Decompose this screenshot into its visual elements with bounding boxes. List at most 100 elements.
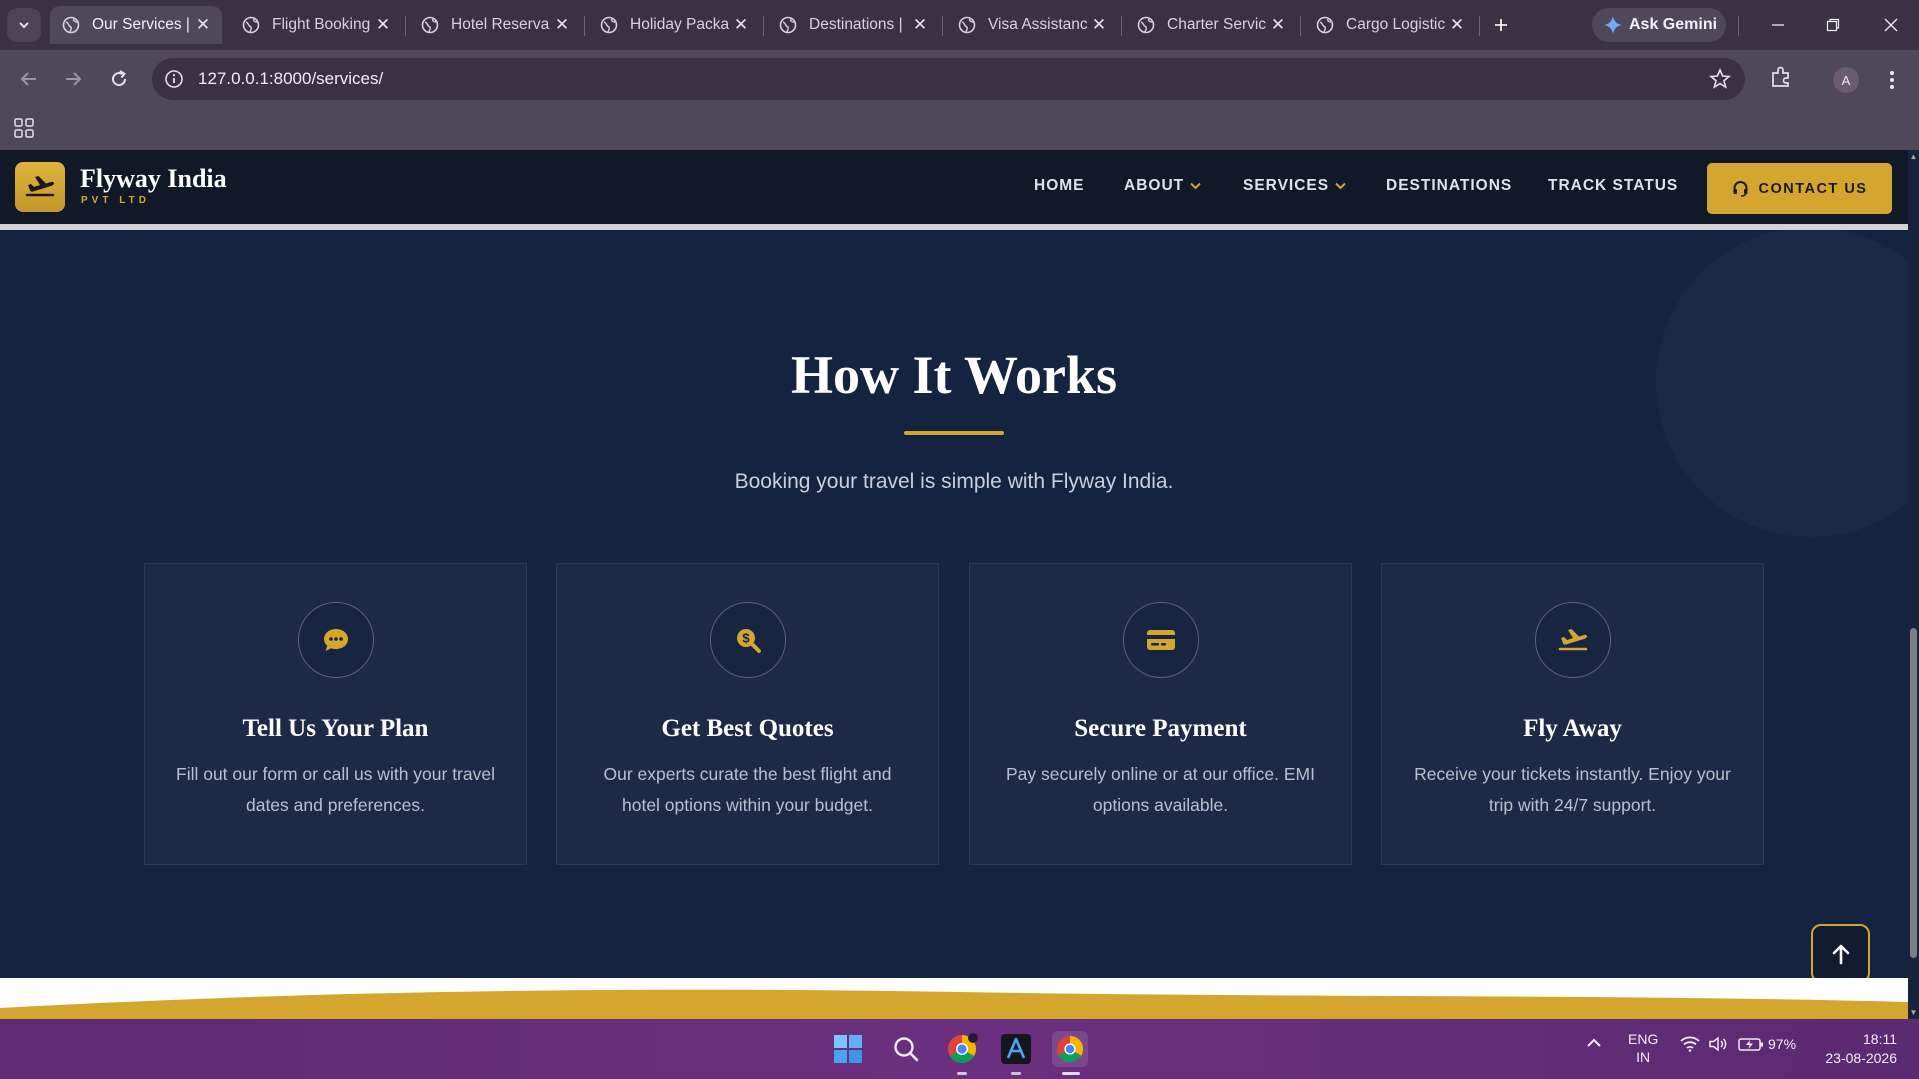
close-icon[interactable]: ✕ [1448,15,1466,34]
close-icon[interactable]: ✕ [1090,15,1108,34]
tab-separator [763,16,764,36]
region-code: IN [1636,1049,1651,1065]
scroll-up-arrow[interactable]: ▲ [1909,152,1918,161]
os-taskbar: ENG IN 97% 18:11 23-08-2026 [0,1019,1919,1079]
taskbar-chrome-profile[interactable] [944,1031,980,1067]
profile-avatar[interactable]: A [1833,67,1859,93]
nav-track-status-label: TRACK STATUS [1548,177,1679,194]
address-bar[interactable]: 127.0.0.1:8000/services/ [152,58,1745,100]
tab-label: Cargo Logistic [1346,16,1446,33]
minimize-button[interactable] [1758,10,1798,40]
nav-destinations[interactable]: DESTINATIONS [1386,177,1512,195]
page-scrollbar[interactable]: ▲ ▼ [1908,150,1919,1019]
close-icon[interactable]: ✕ [732,15,750,34]
wifi-indicator[interactable] [1680,1036,1700,1055]
bookmark-star-icon[interactable] [1709,68,1731,90]
start-button[interactable] [830,1031,866,1067]
browser-menu-button[interactable] [1880,67,1904,93]
nav-track-status[interactable]: TRACK STATUS [1548,177,1678,195]
browser-tab-hotel-reservation[interactable]: Hotel Reserva ✕ [409,6,581,44]
volume-indicator[interactable] [1708,1036,1728,1055]
back-to-top-button[interactable] [1811,924,1870,983]
taskbar-search-button[interactable] [888,1031,924,1067]
language-code: ENG [1628,1031,1659,1047]
new-tab-button[interactable] [1486,10,1516,40]
nav-home-label: HOME [1034,177,1085,194]
input-language-indicator[interactable]: ENG IN [1628,1030,1658,1066]
tray-overflow-button[interactable] [1586,1036,1602,1052]
scrollbar-thumb[interactable] [1910,628,1917,958]
section-subtitle: Booking your travel is simple with Flywa… [734,470,1174,493]
close-window-button[interactable] [1871,10,1911,40]
plane-departure-icon [1558,629,1587,651]
tab-search-button[interactable] [7,8,41,42]
step-card-get-best-quotes: $ Get Best Quotes Our experts curate the… [556,563,939,865]
nav-home[interactable]: HOME [1034,177,1085,195]
close-icon[interactable]: ✕ [911,15,929,34]
contact-us-button[interactable]: CONTACT US [1707,163,1892,214]
nav-about[interactable]: ABOUT [1124,177,1201,195]
chat-icon [323,629,348,651]
site-brand-name[interactable]: Flyway India [80,164,227,194]
close-icon[interactable]: ✕ [553,15,571,34]
plus-icon [1495,19,1507,31]
arrow-up-icon [1832,944,1849,964]
app-a-icon [1001,1034,1031,1064]
tab-separator [584,16,585,36]
nav-services-label: SERVICES [1243,177,1330,194]
tab-label: Flight Booking [272,16,371,33]
step-description: Receive your tickets instantly. Enjoy yo… [1414,764,1731,815]
tab-separator [942,16,943,36]
tab-separator [1300,16,1301,36]
close-icon [1884,18,1898,32]
info-icon[interactable] [164,69,184,89]
browser-tab-our-services[interactable]: Our Services | ✕ [50,6,222,44]
ask-gemini-label: Ask Gemini [1629,16,1718,33]
taskbar-chrome-active[interactable] [1052,1031,1088,1067]
tab-label: Destinations | [809,16,903,33]
page-viewport: Flyway India PVT LTD HOME ABOUT SERVICES… [0,150,1919,1019]
restore-button[interactable] [1813,10,1853,40]
close-icon[interactable]: ✕ [1269,15,1287,34]
forward-button[interactable] [58,64,88,94]
battery-indicator[interactable]: 97% [1738,1036,1796,1052]
tab-separator [1738,16,1739,36]
back-button[interactable] [14,64,44,94]
browser-tab-flight-booking[interactable]: Flight Booking ✕ [230,6,402,44]
url-text[interactable]: 127.0.0.1:8000/services/ [198,69,383,89]
nav-services[interactable]: SERVICES [1243,177,1346,195]
ask-gemini-button[interactable]: Ask Gemini [1592,8,1726,42]
taskbar-app-a[interactable] [998,1031,1034,1067]
close-icon[interactable]: ✕ [374,15,392,34]
chrome-icon [948,1033,978,1063]
scroll-down-arrow[interactable]: ▼ [1909,1008,1918,1017]
reload-icon [112,70,127,87]
speaker-icon [1709,1036,1727,1052]
globe-icon [600,16,618,34]
reload-button[interactable] [104,64,134,94]
browser-tab-charter-services[interactable]: Charter Servic ✕ [1125,6,1297,44]
browser-tab-visa-assistance[interactable]: Visa Assistanc ✕ [946,6,1118,44]
site-logo[interactable] [15,162,65,212]
close-icon[interactable]: ✕ [194,15,212,34]
tab-separator [405,16,406,36]
step-description: Fill out our form or call us with your t… [176,764,495,815]
step-title: Secure Payment [1074,715,1247,742]
browser-tab-destinations[interactable]: Destinations | ✕ [767,6,939,44]
apps-grid-icon[interactable] [14,118,34,138]
system-clock[interactable]: 18:11 23-08-2026 [1817,1030,1897,1068]
step-icon-circle: $ [709,602,786,678]
chevron-down-icon [1335,182,1346,190]
browser-tab-cargo-logistics[interactable]: Cargo Logistic ✕ [1304,6,1476,44]
chevron-down-icon [1190,182,1201,190]
arrow-right-icon [66,72,82,86]
extensions-icon[interactable] [1768,64,1794,90]
nav-about-label: ABOUT [1124,177,1185,194]
headset-icon [1733,181,1747,197]
chevron-up-icon [1587,1038,1601,1047]
arrow-left-icon [20,72,36,86]
browser-tab-holiday-packages[interactable]: Holiday Packa ✕ [588,6,760,44]
restore-icon [1826,18,1840,32]
nav-destinations-label: DESTINATIONS [1386,177,1513,194]
tab-separator [1121,16,1122,36]
